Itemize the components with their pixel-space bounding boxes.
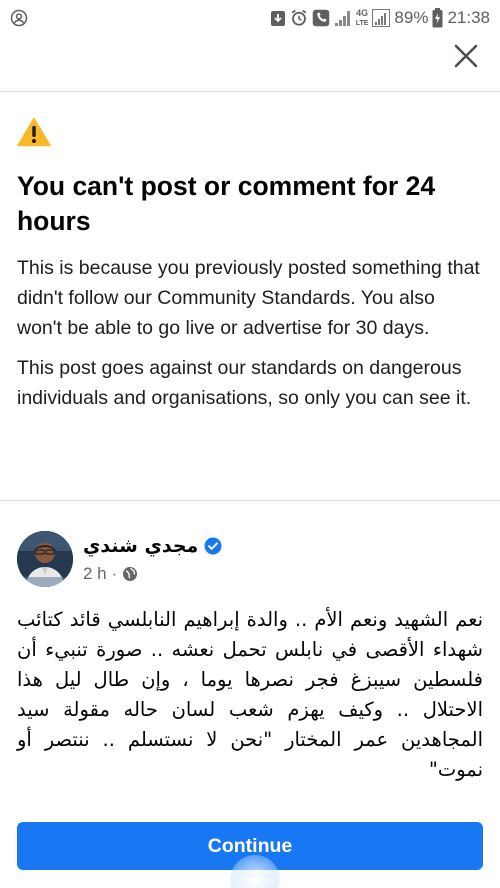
download-icon (270, 9, 286, 27)
post-text: نعم الشهيد ونعم الأم .. والدة إبراهيم ال… (17, 608, 483, 781)
post-meta: مجدي شندي 2 h · (83, 535, 222, 584)
network-type-label: 4G LTE (355, 7, 369, 28)
battery-icon (432, 8, 443, 28)
notice-title: You can't post or comment for 24 hours (17, 171, 436, 236)
close-icon (454, 44, 478, 68)
meta-separator: · (111, 564, 118, 583)
network-type: 4G (356, 7, 369, 18)
globe-icon (123, 567, 138, 581)
battery-percent: 89% (394, 8, 429, 27)
post-time[interactable]: 2 h (83, 564, 107, 584)
verified-badge-icon (204, 537, 222, 555)
close-button[interactable] (450, 40, 482, 72)
post-header: مجدي شندي 2 h · (17, 531, 483, 591)
avatar[interactable] (17, 531, 73, 587)
warning-icon (17, 117, 51, 147)
restriction-notice: You can't post or comment for 24 hours T… (17, 117, 483, 413)
wifi-signal-icon (372, 9, 391, 27)
continue-button[interactable]: Continue (17, 822, 483, 870)
section-divider (0, 500, 500, 501)
notice-policy-detail: This post goes against our standards on … (17, 357, 472, 409)
status-bar: 4G LTE 89% 21:38 (0, 0, 500, 36)
account-circle-icon (10, 9, 28, 27)
author-name[interactable]: مجدي شندي (83, 535, 198, 557)
notice-explanation: This is because you previously posted so… (17, 257, 480, 339)
phone-icon (312, 9, 330, 27)
network-sub: LTE (355, 19, 369, 27)
signal-icon (334, 9, 352, 27)
header-divider (0, 91, 500, 92)
clock: 21:38 (447, 8, 490, 27)
alarm-icon (290, 9, 308, 27)
